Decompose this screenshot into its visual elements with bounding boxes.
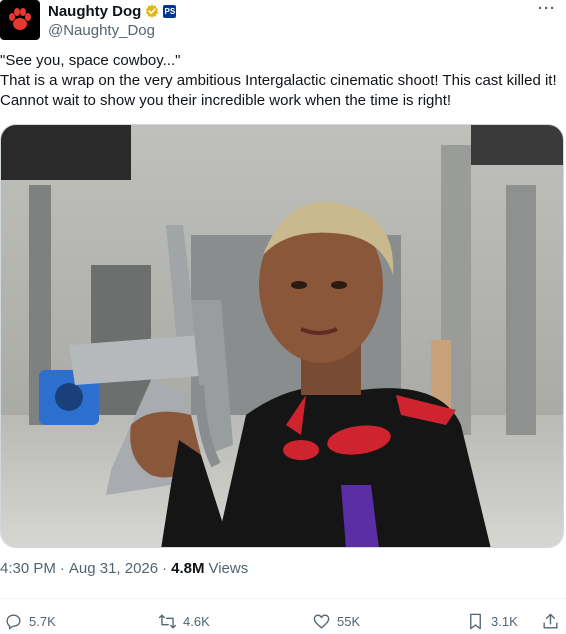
bookmark-icon	[470, 613, 481, 630]
post-body: That is a wrap on the very ambitious Int…	[0, 72, 557, 109]
verified-badge-icon[interactable]	[145, 4, 159, 18]
author-name-row: Naughty Dog PS	[48, 1, 177, 21]
post-text: "See you, space cowboy..." That is a wra…	[0, 51, 564, 111]
post-date[interactable]: Aug 31, 2026	[69, 560, 158, 577]
post-time[interactable]: 4:30 PM	[0, 560, 56, 577]
repost-count: 4.6K	[183, 614, 210, 629]
like-icon	[313, 614, 330, 629]
meta-separator: ·	[162, 560, 168, 577]
bookmark-button[interactable]: 3.1K	[466, 612, 518, 631]
post-meta: 4:30 PM · Aug 31, 2026 · 4.8M Views	[0, 560, 248, 577]
views-label: Views	[208, 560, 249, 577]
like-count: 55K	[337, 614, 361, 629]
meta-separator: ·	[59, 560, 65, 577]
display-name[interactable]: Naughty Dog	[48, 3, 141, 20]
repost-icon	[158, 614, 177, 629]
share-button[interactable]	[541, 612, 560, 631]
like-button[interactable]: 55K	[312, 612, 360, 631]
post-quote-line: "See you, space cowboy..."	[0, 52, 181, 69]
views-count[interactable]: 4.8M	[171, 560, 204, 577]
bookmark-count: 3.1K	[491, 614, 518, 629]
paw-logo-icon	[9, 8, 31, 30]
repost-button[interactable]: 4.6K	[158, 612, 210, 631]
avatar[interactable]	[0, 0, 40, 40]
playstation-badge-icon[interactable]: PS	[163, 4, 177, 18]
reply-count: 5.7K	[29, 614, 56, 629]
reply-icon	[6, 614, 21, 630]
photo-image	[1, 125, 563, 547]
post-photo[interactable]	[0, 124, 564, 548]
handle[interactable]: @Naughty_Dog	[48, 22, 155, 39]
action-bar: 5.7K 4.6K 55K 3.1K	[0, 612, 566, 634]
more-icon[interactable]: ···	[538, 0, 556, 17]
reply-button[interactable]: 5.7K	[4, 612, 56, 631]
share-icon	[543, 613, 558, 629]
divider	[0, 598, 566, 599]
